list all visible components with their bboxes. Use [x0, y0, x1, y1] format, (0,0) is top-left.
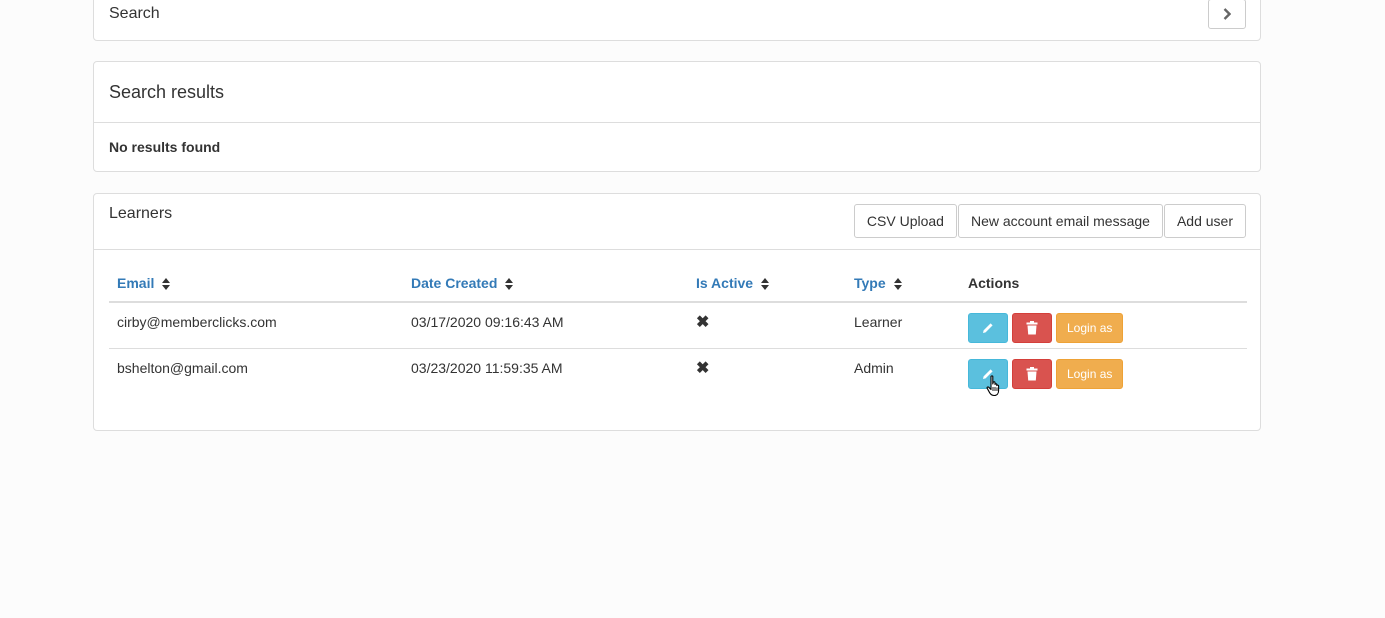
search-panel: Search: [93, 0, 1261, 41]
cell-type: Learner: [846, 302, 960, 349]
column-header-email-label: Email: [117, 274, 155, 291]
sort-icon: [893, 277, 902, 290]
chevron-right-icon: [1223, 8, 1231, 20]
search-results-panel: Search results No results found: [93, 61, 1261, 172]
search-results-heading: Search results: [94, 62, 1260, 123]
column-header-is-active[interactable]: Is Active: [688, 264, 846, 303]
cell-actions: Login as: [960, 302, 1247, 349]
edit-button[interactable]: [968, 313, 1008, 343]
column-header-type[interactable]: Type: [846, 264, 960, 303]
search-expand-button[interactable]: [1208, 0, 1246, 29]
column-header-active-label: Is Active: [696, 274, 754, 291]
learners-table: Email Date Created Is Active Type Action…: [109, 264, 1247, 394]
delete-button[interactable]: [1012, 313, 1052, 343]
trash-icon: [1026, 321, 1038, 335]
column-header-date-created[interactable]: Date Created: [403, 264, 688, 303]
table-row: bshelton@gmail.com 03/23/2020 11:59:35 A…: [109, 348, 1247, 394]
sort-icon: [505, 277, 514, 290]
learners-panel: Learners CSV Upload New account email me…: [93, 193, 1261, 431]
login-as-button[interactable]: Login as: [1056, 358, 1124, 389]
trash-icon: [1026, 366, 1038, 380]
learners-heading: Learners CSV Upload New account email me…: [94, 194, 1260, 250]
cell-email: cirby@memberclicks.com: [109, 302, 403, 349]
sort-icon: [162, 277, 171, 290]
csv-upload-button[interactable]: CSV Upload: [853, 204, 957, 238]
new-account-email-button[interactable]: New account email message: [957, 204, 1163, 238]
search-panel-title: Search: [109, 5, 160, 22]
learners-title: Learners: [109, 205, 173, 222]
learners-toolbar: CSV Upload New account email message Add…: [853, 204, 1246, 238]
sort-icon: [761, 277, 770, 290]
no-results-message: No results found: [109, 139, 221, 155]
column-header-actions: Actions: [960, 264, 1247, 303]
cell-is-active: ✖: [688, 348, 846, 394]
cell-date-created: 03/17/2020 09:16:43 AM: [403, 302, 688, 349]
inactive-x-icon: ✖: [696, 359, 710, 377]
cell-is-active: ✖: [688, 302, 846, 349]
cell-actions: Login as: [960, 348, 1247, 394]
delete-button[interactable]: [1012, 358, 1052, 389]
inactive-x-icon: ✖: [696, 314, 710, 331]
search-results-title: Search results: [109, 82, 225, 102]
cell-type: Admin: [854, 359, 894, 376]
column-header-email[interactable]: Email: [109, 264, 403, 303]
cell-date-created: 03/23/2020 11:59:35 AM: [411, 359, 563, 376]
login-as-button[interactable]: Login as: [1056, 313, 1124, 343]
hand-cursor-icon: [986, 375, 1000, 397]
cell-email: bshelton@gmail.com: [117, 359, 248, 376]
table-row: cirby@memberclicks.com 03/17/2020 09:16:…: [109, 302, 1247, 349]
pencil-icon: [983, 323, 993, 333]
column-header-date-label: Date Created: [411, 274, 498, 291]
add-user-button[interactable]: Add user: [1163, 204, 1246, 238]
column-header-type-label: Type: [854, 274, 886, 291]
table-header-row: Email Date Created Is Active Type Action…: [109, 264, 1247, 303]
